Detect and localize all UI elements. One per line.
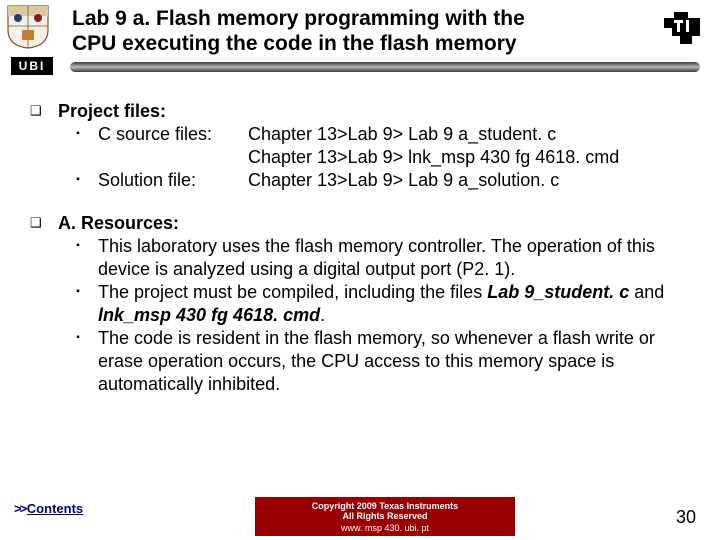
file-ref-1: Lab 9_student. c — [487, 282, 629, 302]
bullet-icon: ▪ — [58, 327, 98, 396]
copyright-box: Copyright 2009 Texas Instruments All Rig… — [255, 497, 515, 536]
ti-logo-icon — [662, 10, 702, 46]
list-item: ▪ Solution file:Chapter 13>Lab 9> Lab 9 … — [30, 169, 690, 192]
resources-p3: The code is resident in the flash memory… — [98, 327, 690, 396]
slide-title: Lab 9 a. Flash memory programming with t… — [72, 6, 662, 56]
title-line2: CPU executing the code in the flash memo… — [72, 32, 517, 55]
page-number: 30 — [676, 507, 696, 528]
bullet-icon: ▪ — [58, 123, 98, 146]
list-item: ▪ The code is resident in the flash memo… — [30, 327, 690, 396]
ubi-logo: UBI — [4, 0, 60, 70]
list-item-continuation: Chapter 13>Lab 9> lnk_msp 430 fg 4618. c… — [30, 146, 690, 169]
list-item: ▪ The project must be compiled, includin… — [30, 281, 690, 327]
bullet-icon: ❑ — [30, 212, 58, 235]
section-resources: ❑ A. Resources: — [30, 212, 690, 235]
slide-footer: >> Contents Copyright 2009 Texas Instrum… — [0, 492, 720, 540]
slide: UBI Lab 9 a. Flash memory programming wi… — [0, 0, 720, 540]
copyright-line1: Copyright 2009 Texas Instruments — [259, 501, 511, 511]
label-c-source: C source files: — [98, 123, 248, 146]
section-project-files: ❑ Project files: — [30, 100, 690, 123]
shield-icon — [4, 2, 52, 50]
contents-text: Contents — [27, 501, 83, 516]
header-divider — [70, 62, 700, 72]
title-line1: Lab 9 a. Flash memory programming with t… — [72, 7, 525, 30]
copyright-line2: All Rights Reserved — [259, 511, 511, 521]
copyright-url: www. msp 430. ubi. pt — [259, 523, 511, 533]
resources-p2: The project must be compiled, including … — [98, 281, 690, 327]
resources-p1: This laboratory uses the flash memory co… — [98, 235, 690, 281]
bullet-icon: ▪ — [58, 235, 98, 281]
contents-link[interactable]: >> Contents — [14, 501, 83, 516]
label-solution: Solution file: — [98, 169, 248, 192]
list-item: ▪ This laboratory uses the flash memory … — [30, 235, 690, 281]
value-c-source-2: Chapter 13>Lab 9> lnk_msp 430 fg 4618. c… — [248, 147, 619, 167]
value-c-source-1: Chapter 13>Lab 9> Lab 9 a_student. c — [248, 124, 556, 144]
list-item: ▪ C source files:Chapter 13>Lab 9> Lab 9… — [30, 123, 690, 146]
slide-header: UBI Lab 9 a. Flash memory programming wi… — [0, 0, 720, 88]
value-solution: Chapter 13>Lab 9> Lab 9 a_solution. c — [248, 170, 559, 190]
heading-resources: A. Resources: — [58, 212, 179, 235]
file-ref-2: lnk_msp 430 fg 4618. cmd — [98, 305, 320, 325]
ubi-label: UBI — [11, 57, 53, 75]
bullet-icon: ▪ — [58, 281, 98, 327]
bullet-icon: ▪ — [58, 169, 98, 192]
heading-project-files: Project files: — [58, 100, 166, 123]
bullet-icon: ❑ — [30, 100, 58, 123]
slide-body: ❑ Project files: ▪ C source files:Chapte… — [30, 100, 690, 396]
arrow-icon: >> — [14, 501, 27, 516]
